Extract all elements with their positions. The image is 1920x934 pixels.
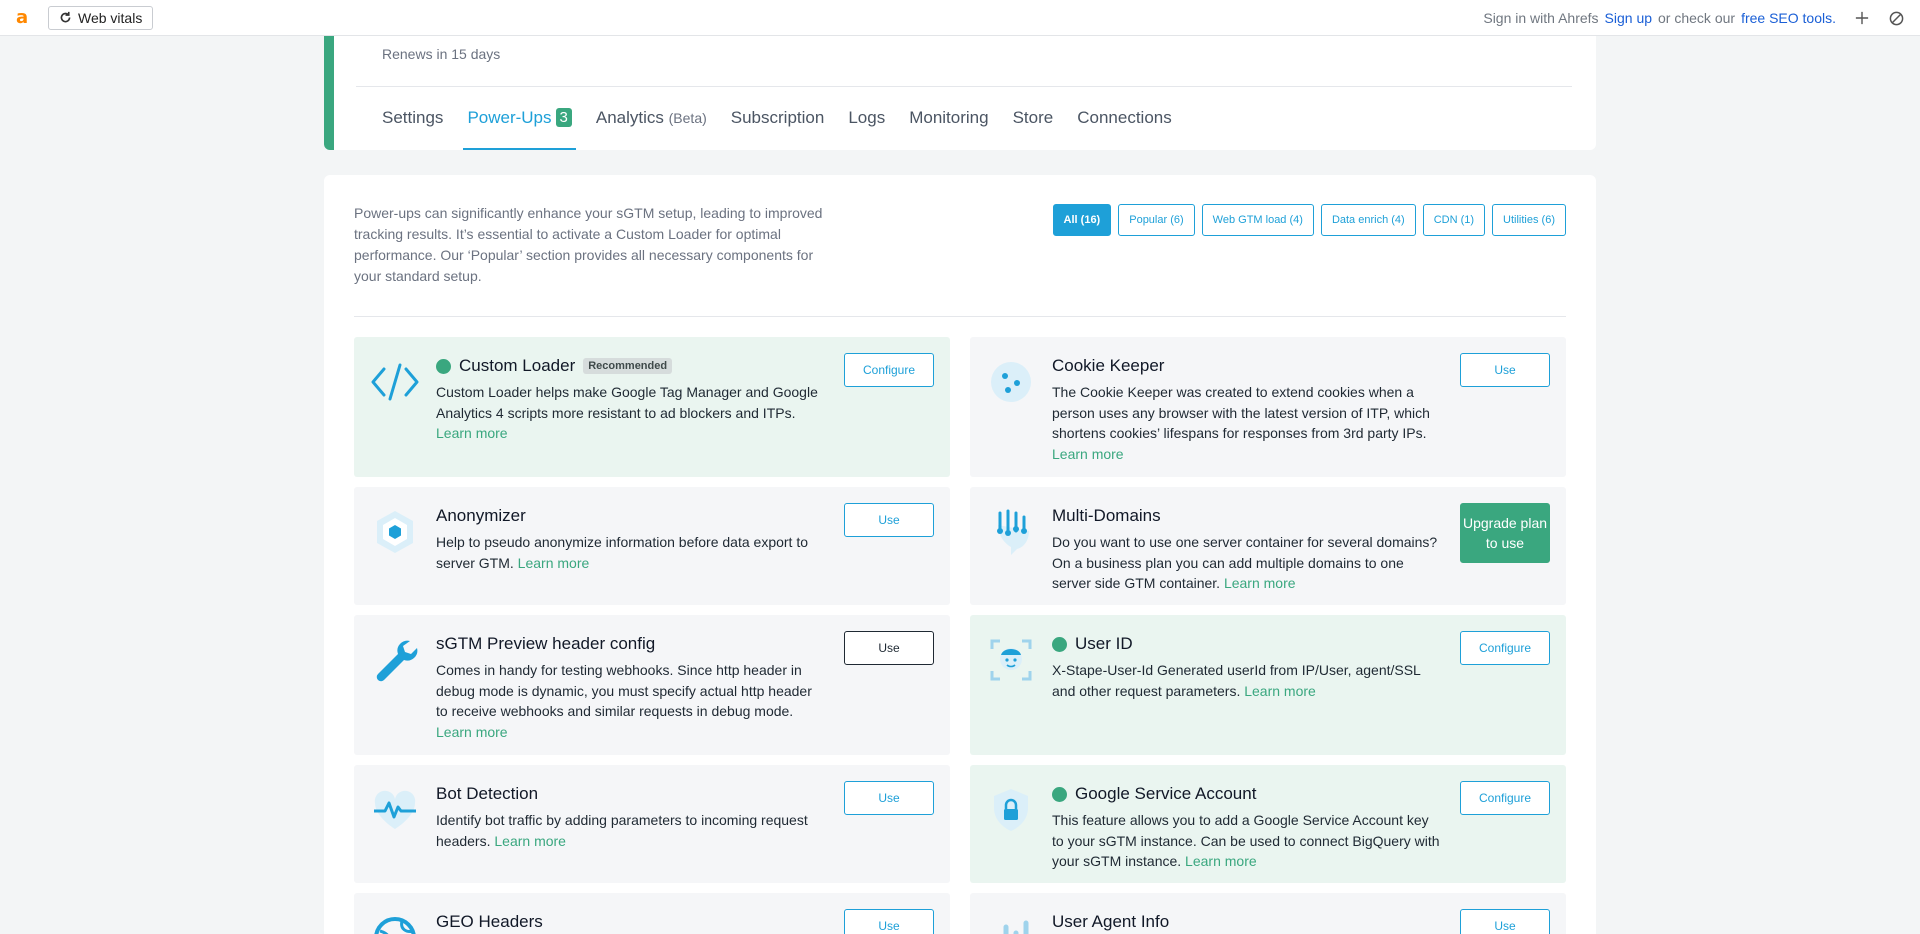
- hexagon-icon: [370, 507, 420, 557]
- tab-connections[interactable]: Connections: [1077, 104, 1172, 150]
- refresh-icon: [60, 11, 71, 23]
- power-up-title: Cookie Keeper: [1052, 356, 1165, 375]
- globe-icon: [370, 913, 420, 934]
- upgrade-plan-button[interactable]: Upgrade plan to use: [1460, 503, 1550, 563]
- plus-icon[interactable]: [1854, 10, 1870, 26]
- enabled-dot: [436, 358, 451, 374]
- enabled-dot: [1052, 636, 1067, 652]
- power-up-geo-headers: GEO Headers Use: [354, 893, 950, 934]
- power-up-title: User Agent Info: [1052, 912, 1170, 931]
- power-up-sgtm-preview-header: sGTM Preview header config Comes in hand…: [354, 615, 950, 755]
- power-up-description: Help to pseudo anonymize information bef…: [436, 534, 809, 571]
- configure-button[interactable]: Configure: [1460, 781, 1550, 815]
- power-up-title: Google Service Account: [1075, 784, 1257, 803]
- status-bar: [324, 36, 334, 150]
- power-up-user-id: User ID X-Stape-User-Id Generated userId…: [970, 615, 1566, 755]
- tab-logs[interactable]: Logs: [848, 104, 885, 150]
- use-button[interactable]: Use: [1460, 353, 1550, 387]
- power-up-google-service-account: Google Service Account This feature allo…: [970, 765, 1566, 883]
- power-up-cookie-keeper: Cookie Keeper The Cookie Keeper was crea…: [970, 337, 1566, 477]
- web-vitals-button[interactable]: Web vitals: [48, 5, 154, 30]
- intro-text: Power-ups can significantly enhance your…: [354, 205, 823, 284]
- power-up-description: X-Stape-User-Id Generated userId from IP…: [1052, 662, 1421, 699]
- configure-button[interactable]: Configure: [844, 353, 934, 387]
- power-up-title: sGTM Preview header config: [436, 634, 656, 653]
- sign-up-link[interactable]: Sign up: [1605, 10, 1652, 26]
- or-check-text: or check our: [1658, 10, 1736, 26]
- learn-more-link[interactable]: Learn more: [436, 724, 508, 740]
- tab-store[interactable]: Store: [1013, 104, 1054, 150]
- power-up-description: Comes in handy for testing webhooks. Sin…: [436, 662, 812, 720]
- web-vitals-label: Web vitals: [78, 9, 143, 26]
- filter-popular[interactable]: Popular (6): [1118, 204, 1195, 236]
- tab-power-ups[interactable]: Power-Ups 3: [463, 104, 577, 150]
- cookie-icon: [986, 357, 1036, 407]
- tab-subscription[interactable]: Subscription: [731, 104, 825, 150]
- filter-group: All (16) Popular (6) Web GTM load (4) Da…: [1052, 204, 1566, 236]
- code-icon: [370, 357, 420, 407]
- ahrefs-toolbar: a Web vitals Sign in with Ahrefs Sign up…: [0, 0, 1920, 36]
- topbar-right: Sign in with Ahrefs Sign up or check our…: [1483, 0, 1920, 36]
- recommended-badge: Recommended: [583, 358, 673, 374]
- power-up-title: Bot Detection: [436, 784, 539, 803]
- power-up-description: Identify bot traffic by adding parameter…: [436, 812, 808, 849]
- bar-chart-icon: [986, 913, 1036, 934]
- power-up-anonymizer: Anonymizer Help to pseudo anonymize info…: [354, 487, 950, 605]
- power-up-custom-loader: Custom Loader Recommended Custom Loader h…: [354, 337, 950, 477]
- ahrefs-logo[interactable]: a: [16, 8, 30, 27]
- filter-web-gtm-load[interactable]: Web GTM load (4): [1201, 204, 1314, 236]
- multi-domain-icon: [986, 507, 1036, 557]
- learn-more-link[interactable]: Learn more: [1185, 853, 1257, 869]
- renews-text: Renews in 15 days: [382, 46, 501, 62]
- learn-more-link[interactable]: Learn more: [436, 425, 508, 441]
- shield-lock-icon: [986, 785, 1036, 835]
- divider: [354, 316, 1566, 317]
- tab-settings[interactable]: Settings: [382, 104, 443, 150]
- use-button[interactable]: Use: [844, 909, 934, 934]
- face-scan-icon: [986, 635, 1036, 685]
- power-ups-count-badge: 3: [555, 108, 572, 127]
- filter-utilities[interactable]: Utilities (6): [1492, 204, 1566, 236]
- power-up-description: Custom Loader helps make Google Tag Mana…: [436, 384, 818, 421]
- tabs: Settings Power-Ups 3 Analytics (Beta) Sub…: [382, 104, 1196, 150]
- power-ups-panel: Power-ups can significantly enhance your…: [324, 175, 1596, 934]
- container-header: Renews in 15 days Settings Power-Ups 3 An…: [324, 36, 1596, 150]
- power-up-multi-domains: Multi-Domains Do you want to use one ser…: [970, 487, 1566, 605]
- power-up-title: User ID: [1075, 634, 1133, 653]
- learn-more-link[interactable]: Learn more: [518, 555, 590, 571]
- free-seo-tools-link[interactable]: free SEO tools.: [1741, 10, 1836, 26]
- heartbeat-icon: [370, 785, 420, 835]
- power-up-description: The Cookie Keeper was created to extend …: [1052, 384, 1430, 442]
- use-button[interactable]: Use: [844, 631, 934, 665]
- use-button[interactable]: Use: [844, 503, 934, 537]
- power-up-user-agent-info: User Agent Info Use: [970, 893, 1566, 934]
- tab-monitoring[interactable]: Monitoring: [909, 104, 988, 150]
- tab-analytics[interactable]: Analytics (Beta): [596, 104, 707, 150]
- filter-all[interactable]: All (16): [1052, 204, 1112, 236]
- power-up-title: GEO Headers: [436, 912, 543, 931]
- learn-more-link[interactable]: Learn more: [1052, 446, 1124, 462]
- power-up-title: Anonymizer: [436, 506, 526, 525]
- disable-icon[interactable]: [1888, 10, 1904, 26]
- power-up-bot-detection: Bot Detection Identify bot traffic by ad…: [354, 765, 950, 883]
- use-button[interactable]: Use: [1460, 909, 1550, 934]
- sign-in-link[interactable]: Sign in with Ahrefs: [1483, 10, 1598, 26]
- configure-button[interactable]: Configure: [1460, 631, 1550, 665]
- filter-data-enrich[interactable]: Data enrich (4): [1320, 204, 1416, 236]
- power-up-title: Multi-Domains: [1052, 506, 1161, 525]
- filter-cdn[interactable]: CDN (1): [1422, 204, 1486, 236]
- wrench-icon: [370, 635, 420, 685]
- divider: [356, 86, 1572, 87]
- use-button[interactable]: Use: [844, 781, 934, 815]
- power-up-title: Custom Loader: [459, 356, 576, 375]
- learn-more-link[interactable]: Learn more: [494, 833, 566, 849]
- learn-more-link[interactable]: Learn more: [1244, 683, 1316, 699]
- learn-more-link[interactable]: Learn more: [1224, 575, 1296, 591]
- enabled-dot: [1052, 786, 1067, 802]
